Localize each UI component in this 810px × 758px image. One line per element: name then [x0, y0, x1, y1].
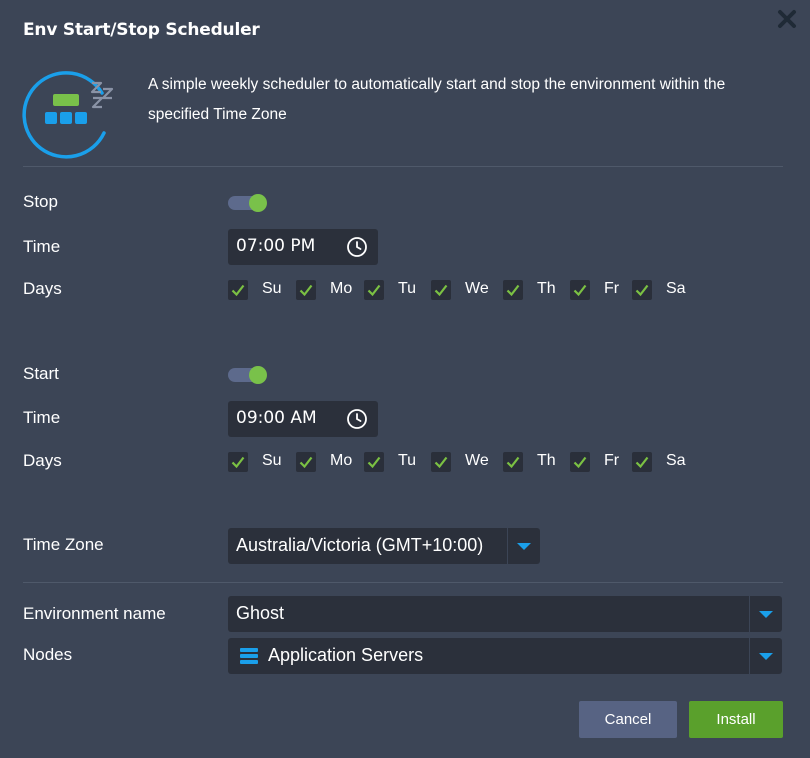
day-label: We	[465, 452, 489, 469]
environment-value: Ghost	[236, 603, 285, 623]
timezone-label: Time Zone	[23, 535, 104, 554]
server-stack-icon	[240, 648, 258, 664]
clock-icon[interactable]	[346, 236, 368, 258]
day-label: We	[465, 280, 489, 297]
start-time-label: Time	[23, 408, 61, 427]
checkbox[interactable]	[296, 452, 316, 472]
sleeping-server-icon	[22, 67, 118, 159]
stop-days-label: Days	[23, 279, 62, 298]
checkbox[interactable]	[570, 280, 590, 300]
checkbox[interactable]	[364, 452, 384, 472]
start-time-value: 09:00 AM	[236, 408, 317, 428]
stop-time-field[interactable]: 07:00 PM	[228, 229, 378, 265]
nodes-select[interactable]: Application Servers	[228, 638, 782, 674]
stop-label: Stop	[23, 192, 58, 211]
day-label: Mo	[330, 452, 353, 469]
checkbox[interactable]	[632, 280, 652, 300]
day-label: Su	[262, 280, 282, 297]
day-label: Mo	[330, 280, 353, 297]
checkbox[interactable]	[431, 452, 451, 472]
day-label: Th	[537, 280, 556, 297]
clock-icon[interactable]	[346, 408, 368, 430]
chevron-down-icon[interactable]	[749, 638, 782, 674]
environment-select[interactable]: Ghost	[228, 596, 782, 632]
start-label: Start	[23, 364, 59, 383]
divider	[23, 166, 783, 167]
checkbox[interactable]	[296, 280, 316, 300]
start-toggle[interactable]	[228, 365, 268, 385]
day-label: Tu	[398, 452, 417, 469]
checkbox[interactable]	[570, 452, 590, 472]
checkbox[interactable]	[503, 452, 523, 472]
stop-toggle[interactable]	[228, 193, 268, 213]
stop-time-value: 07:00 PM	[236, 236, 316, 256]
day-label: Sa	[666, 452, 686, 469]
close-icon[interactable]	[776, 8, 798, 30]
timezone-select[interactable]: Australia/Victoria (GMT+10:00)	[228, 528, 540, 564]
dialog-title: Env Start/Stop Scheduler	[23, 20, 260, 40]
checkbox[interactable]	[228, 452, 248, 472]
timezone-value: Australia/Victoria (GMT+10:00)	[236, 535, 484, 555]
scheduler-dialog: Env Start/Stop Scheduler A simple weekly…	[0, 0, 810, 758]
day-label: Tu	[398, 280, 417, 297]
checkbox[interactable]	[228, 280, 248, 300]
divider	[23, 582, 783, 583]
day-label: Fr	[604, 452, 620, 469]
checkbox[interactable]	[364, 280, 384, 300]
checkbox[interactable]	[431, 280, 451, 300]
dialog-description: A simple weekly scheduler to automatical…	[148, 76, 726, 123]
day-label: Fr	[604, 280, 620, 297]
nodes-value: Application Servers	[268, 645, 424, 665]
environment-label: Environment name	[23, 604, 166, 623]
chevron-down-icon[interactable]	[749, 596, 782, 632]
stop-time-label: Time	[23, 237, 61, 256]
install-button[interactable]: Install	[689, 701, 783, 738]
day-label: Sa	[666, 280, 686, 297]
day-label: Th	[537, 452, 556, 469]
checkbox[interactable]	[632, 452, 652, 472]
day-label: Su	[262, 452, 282, 469]
chevron-down-icon[interactable]	[507, 528, 540, 564]
start-days-label: Days	[23, 451, 62, 470]
nodes-label: Nodes	[23, 645, 73, 664]
cancel-button[interactable]: Cancel	[579, 701, 677, 738]
start-time-field[interactable]: 09:00 AM	[228, 401, 378, 437]
checkbox[interactable]	[503, 280, 523, 300]
